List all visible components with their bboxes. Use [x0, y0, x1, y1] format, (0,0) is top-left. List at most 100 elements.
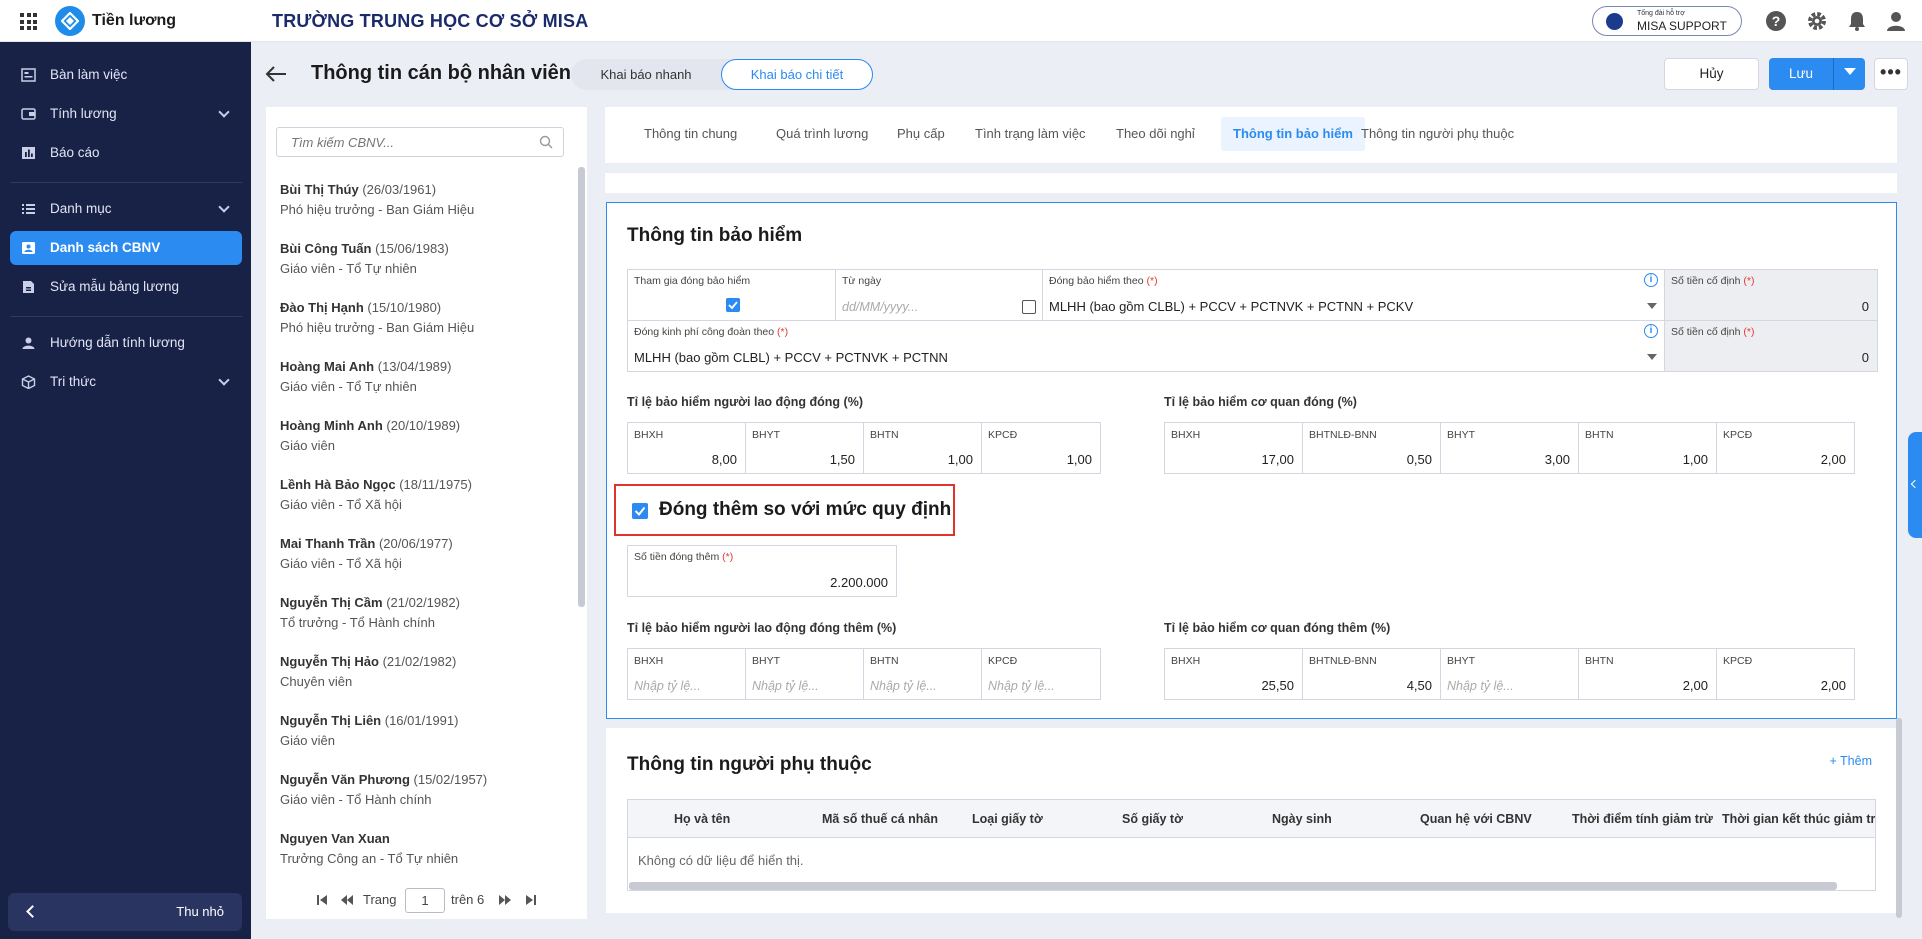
dropdown-caret-icon[interactable] — [1647, 354, 1657, 360]
employee-name: Nguyễn Thị Liên — [280, 713, 382, 728]
employee-rate-bhtn[interactable]: BHTN 1,00 — [863, 422, 981, 474]
employee-list-item[interactable]: Mai Thanh Trần (20/06/1977) Giáo viên - … — [280, 536, 565, 595]
bell-icon[interactable] — [1846, 10, 1868, 32]
sidebar-item-employee-list[interactable]: Danh sách CBNV — [10, 231, 242, 265]
employee-list-item[interactable]: Nguyễn Văn Phương (15/02/1957) Giáo viên… — [280, 772, 565, 831]
agency-extra-rate-bhxh[interactable]: BHXH 25,50 — [1164, 648, 1302, 700]
content-scrollbar[interactable] — [1896, 718, 1902, 918]
extra-amount-field[interactable]: Số tiền đóng thêm (*) 2.200.000 — [627, 545, 897, 597]
employee-list-item[interactable]: Hoàng Minh Anh (20/10/1989) Giáo viên — [280, 418, 565, 477]
user-avatar-icon[interactable] — [1885, 10, 1907, 32]
employee-list-item[interactable]: Nguyễn Thị Cầm (21/02/1982) Tổ trưởng - … — [280, 595, 565, 654]
column-header: Thời gian kết thúc giảm trừ — [1722, 812, 1876, 826]
sidebar-item-edit-payslip[interactable]: Sửa mẫu bảng lương — [10, 270, 242, 304]
tab-leave-tracking[interactable]: Theo dõi nghỉ — [1104, 117, 1207, 151]
employee-extra-rate-bhtn[interactable]: BHTN Nhập tỷ lệ... — [863, 648, 981, 700]
agency-rate-kpcd[interactable]: KPCĐ 2,00 — [1716, 422, 1855, 474]
chevron-down-icon — [218, 106, 230, 118]
save-dropdown-icon[interactable] — [1844, 68, 1856, 75]
employee-list-item[interactable]: Hoàng Mai Anh (13/04/1989) Giáo viên - T… — [280, 359, 565, 418]
calendar-icon[interactable] — [1022, 300, 1036, 314]
employee-name: Nguyen Van Xuan — [280, 831, 390, 846]
rate-placeholder: Nhập tỷ lệ... — [1447, 679, 1514, 693]
rate-label: KPCĐ — [988, 655, 1018, 667]
participate-insurance-checkbox[interactable] — [726, 298, 740, 312]
sidebar-item-reports[interactable]: Báo cáo — [10, 136, 242, 170]
rate-value: 1,00 — [1682, 452, 1708, 467]
table-horizontal-scrollbar[interactable] — [629, 882, 1837, 890]
school-name: TRƯỜNG TRUNG HỌC CƠ SỞ MISA — [272, 11, 589, 31]
employee-extra-rate-kpcd[interactable]: KPCĐ Nhập tỷ lệ... — [981, 648, 1101, 700]
agency-rate-bhxh[interactable]: BHXH 17,00 — [1164, 422, 1302, 474]
tab-dependents-info[interactable]: Thông tin người phụ thuộc — [1349, 117, 1526, 151]
back-arrow-icon[interactable] — [264, 64, 288, 84]
agency-rate-bhyt[interactable]: BHYT 3,00 — [1440, 422, 1578, 474]
next-page-icon[interactable] — [499, 894, 511, 906]
rate-label: BHXH — [1171, 655, 1201, 667]
list-scrollbar[interactable] — [578, 167, 585, 607]
first-page-icon[interactable] — [316, 894, 328, 906]
employee-name: Đào Thị Hạnh — [280, 300, 364, 315]
sidebar-item-payroll[interactable]: Tính lương — [10, 97, 242, 131]
tab-general-info[interactable]: Thông tin chung — [632, 117, 749, 151]
sidebar-item-payroll-guide[interactable]: Hướng dẫn tính lương — [10, 326, 242, 360]
union-fee-basis-select[interactable]: Đóng kinh phí công đoàn theo (*) i MLHH … — [627, 320, 1665, 372]
employee-rate-bhyt[interactable]: BHYT 1,50 — [745, 422, 863, 474]
employee-list-item[interactable]: Bùi Thị Thúy (26/03/1961) Phó hiệu trưởn… — [280, 182, 565, 241]
employee-list-item[interactable]: Nguyễn Thị Hảo (21/02/1982) Chuyên viên — [280, 654, 565, 713]
employee-list-item[interactable]: Nguyen Van Xuan Trưởng Công an - Tổ Tự n… — [280, 831, 565, 890]
last-page-icon[interactable] — [525, 894, 537, 906]
app-grid-icon[interactable] — [20, 13, 37, 30]
tab-allowances[interactable]: Phụ cấp — [885, 117, 957, 151]
info-icon[interactable]: i — [1644, 324, 1658, 338]
employee-rate-kpcd[interactable]: KPCĐ 1,00 — [981, 422, 1101, 474]
info-icon[interactable]: i — [1644, 273, 1658, 287]
sidebar-item-catalog[interactable]: Danh mục — [10, 192, 242, 226]
more-options-button[interactable]: ••• — [1874, 58, 1908, 90]
page-number-input[interactable]: 1 — [405, 888, 445, 913]
employee-position: Giáo viên - Tổ Xã hội — [280, 497, 402, 512]
tab-detailed-declaration[interactable]: Khai báo chi tiết — [721, 59, 873, 90]
employee-list-item[interactable]: Bùi Công Tuấn (15/06/1983) Giáo viên - T… — [280, 241, 565, 300]
sidebar-item-knowledge[interactable]: Tri thức — [10, 365, 242, 399]
add-dependent-link[interactable]: + Thêm — [1830, 754, 1873, 768]
employee-list-item[interactable]: Lềnh Hà Bảo Ngọc (18/11/1975) Giáo viên … — [280, 477, 565, 536]
prev-page-icon[interactable] — [341, 894, 353, 906]
search-icon[interactable] — [539, 135, 553, 149]
misa-logo-icon — [55, 6, 85, 36]
required-mark: (*) — [722, 551, 734, 563]
agency-extra-rate-bhtnld-bnn[interactable]: BHTNLĐ-BNN 4,50 — [1302, 648, 1440, 700]
employee-list-item[interactable]: Đào Thị Hạnh (15/10/1980) Phó hiệu trưởn… — [280, 300, 565, 359]
employee-list-item[interactable]: Nguyễn Thị Liên (16/01/1991) Giáo viên — [280, 713, 565, 772]
collapse-sidebar-button[interactable]: Thu nhỏ — [8, 893, 242, 931]
sidebar-item-label: Bàn làm việc — [50, 67, 128, 82]
agency-extra-rate-bhtn[interactable]: BHTN 2,00 — [1578, 648, 1716, 700]
support-button[interactable]: Tổng đài hỗ trợ MISA SUPPORT — [1592, 6, 1742, 36]
dropdown-caret-icon[interactable] — [1647, 303, 1657, 309]
save-button[interactable]: Lưu — [1769, 58, 1865, 90]
sidebar-item-dashboard[interactable]: Bàn làm việc — [10, 58, 242, 92]
tab-salary-history[interactable]: Quá trình lương — [764, 117, 880, 151]
tab-quick-declaration[interactable]: Khai báo nhanh — [581, 59, 711, 90]
tab-insurance-info[interactable]: Thông tin bảo hiểm — [1221, 117, 1365, 151]
extra-contribution-label[interactable]: Đóng thêm so với mức quy định — [659, 499, 951, 521]
insurance-basis-select[interactable]: Đóng bảo hiểm theo (*) i MLHH (bao gồm C… — [1042, 269, 1665, 321]
side-panel-toggle[interactable] — [1908, 432, 1922, 538]
employee-extra-rate-bhyt[interactable]: BHYT Nhập tỷ lệ... — [745, 648, 863, 700]
rate-value: 3,00 — [1544, 452, 1570, 467]
employee-rate-bhxh[interactable]: BHXH 8,00 — [627, 422, 745, 474]
agency-rate-bhtnld-bnn[interactable]: BHTNLĐ-BNN 0,50 — [1302, 422, 1440, 474]
agency-extra-rate-bhyt[interactable]: BHYT Nhập tỷ lệ... — [1440, 648, 1578, 700]
employee-search-input[interactable] — [277, 128, 532, 156]
extra-contribution-checkbox[interactable] — [632, 503, 648, 519]
gear-icon[interactable] — [1806, 10, 1828, 32]
employee-position: Giáo viên - Tổ Tự nhiên — [280, 261, 417, 276]
tab-work-status[interactable]: Tình trạng làm việc — [963, 117, 1098, 151]
empty-state-text: Không có dữ liệu để hiển thị. — [638, 853, 804, 868]
help-icon[interactable]: ? — [1765, 10, 1787, 32]
employee-extra-rate-bhxh[interactable]: BHXH Nhập tỷ lệ... — [627, 648, 745, 700]
cancel-button[interactable]: Hủy — [1664, 58, 1759, 90]
agency-rate-bhtn[interactable]: BHTN 1,00 — [1578, 422, 1716, 474]
from-date-field[interactable]: Từ ngày dd/MM/yyyy... — [835, 269, 1043, 321]
agency-extra-rate-kpcd[interactable]: KPCĐ 2,00 — [1716, 648, 1855, 700]
